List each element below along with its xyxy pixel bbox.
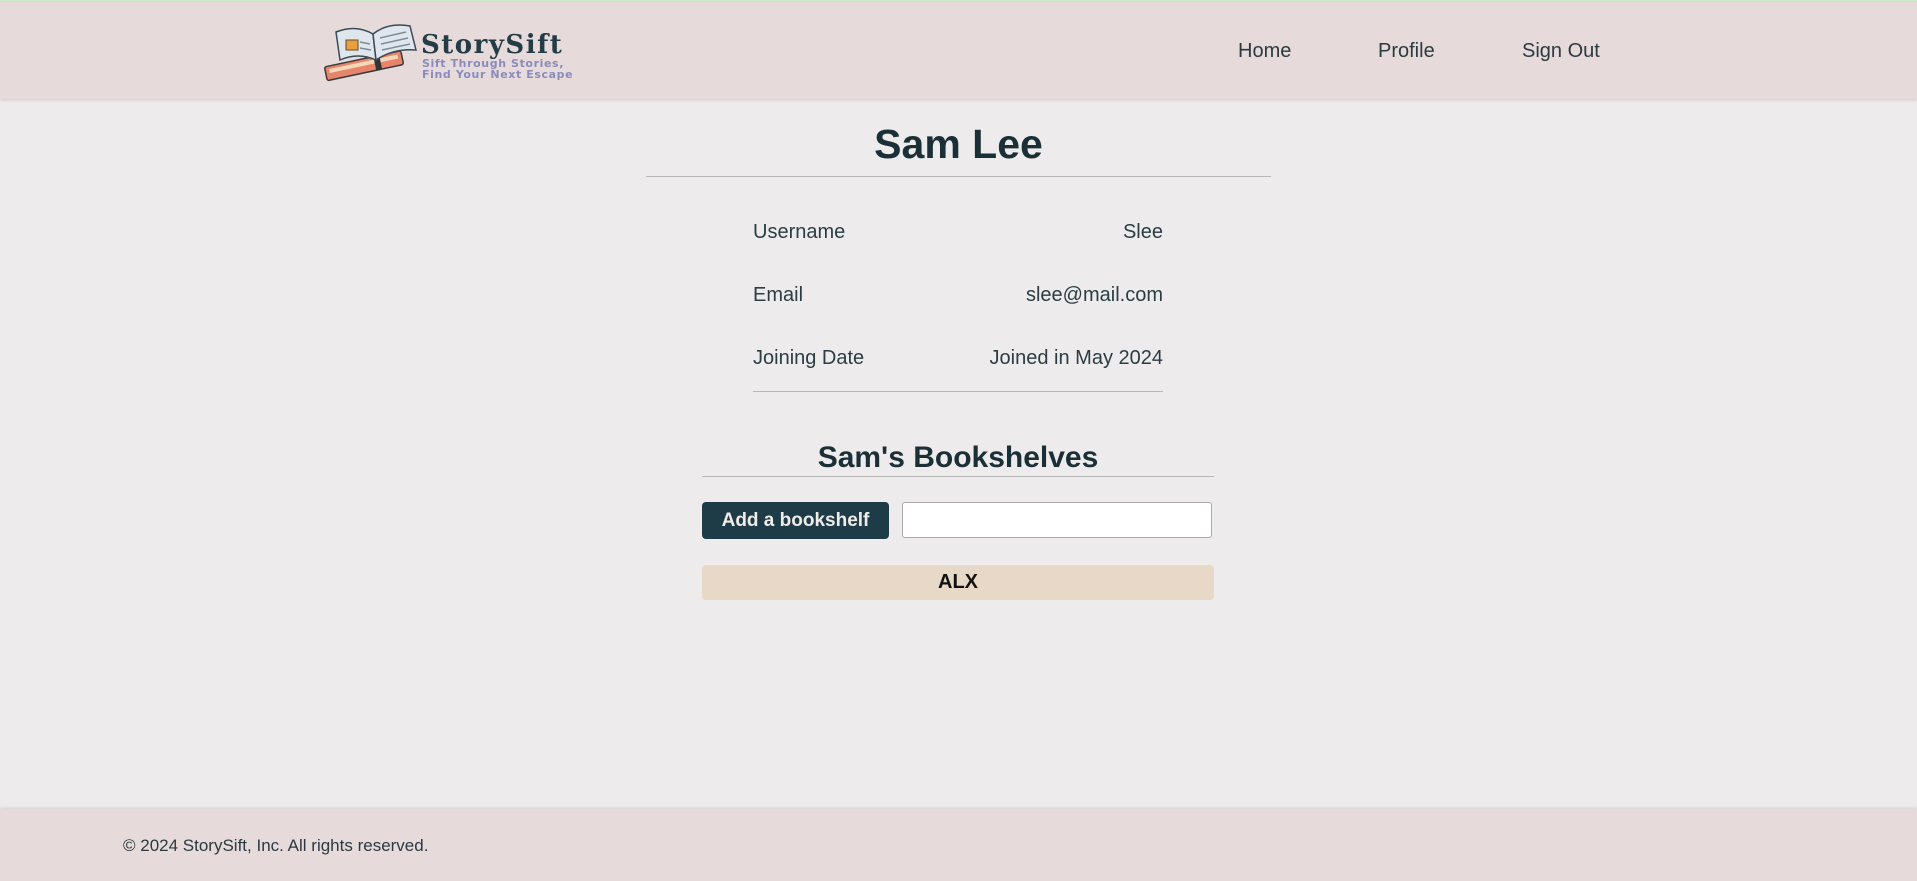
- divider: [646, 176, 1271, 177]
- info-row-joining-date: Joining Date Joined in May 2024: [753, 347, 1163, 377]
- copyright-text: © 2024 StorySift, Inc. All rights reserv…: [123, 836, 429, 855]
- bookshelf-name-input[interactable]: [902, 502, 1212, 538]
- add-bookshelf-button[interactable]: Add a bookshelf: [702, 502, 889, 539]
- bookshelves-title: Sam's Bookshelves: [817, 441, 1099, 474]
- profile-main: Sam Lee Username Slee Email slee@mail.co…: [0, 99, 1917, 809]
- main-nav: Home Profile Sign Out: [1200, 2, 1640, 99]
- info-value: slee@mail.com: [1025, 284, 1163, 306]
- divider: [753, 391, 1163, 392]
- brand-tagline-line2: Find Your Next Escape: [422, 68, 574, 81]
- info-value: Joined in May 2024: [989, 347, 1163, 369]
- site-header: StorySift Sift Through Stories, Find You…: [0, 2, 1917, 99]
- info-label: Joining Date: [753, 347, 865, 369]
- info-label: Email: [753, 284, 804, 306]
- divider: [702, 476, 1214, 477]
- brand-name: StorySift: [421, 30, 564, 60]
- logo-link[interactable]: StorySift Sift Through Stories, Find You…: [318, 20, 588, 86]
- info-value: Slee: [1122, 221, 1163, 243]
- brand-tagline: Sift Through Stories, Find Your Next Esc…: [422, 58, 573, 80]
- info-row-username: Username Slee: [753, 221, 1163, 251]
- bookshelf-item[interactable]: ALX: [702, 565, 1214, 600]
- nav-sign-out-link[interactable]: Sign Out: [1522, 40, 1600, 63]
- profile-full-name: Sam Lee: [874, 121, 1043, 167]
- info-label: Username: [753, 221, 846, 243]
- nav-profile-link[interactable]: Profile: [1378, 40, 1435, 63]
- nav-home-link[interactable]: Home: [1238, 40, 1291, 63]
- site-footer: © 2024 StorySift, Inc. All rights reserv…: [0, 809, 1917, 881]
- info-row-email: Email slee@mail.com: [753, 284, 1163, 314]
